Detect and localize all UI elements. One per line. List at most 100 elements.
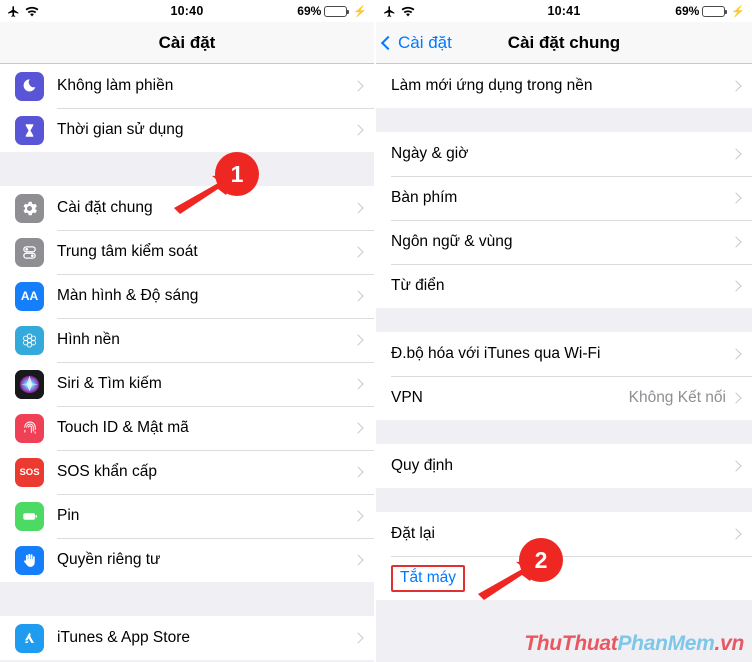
list-item-label: Từ điển [391, 277, 445, 294]
sidebar-item-screen-time[interactable]: Thời gian sử dụng [0, 108, 374, 152]
sidebar-item-label: Touch ID & Mật mã [57, 419, 189, 436]
fingerprint-icon [15, 413, 44, 443]
sidebar-item-siri-search[interactable]: Siri & Tìm kiếm [0, 362, 374, 406]
list-item-regulatory[interactable]: Quy định [376, 444, 752, 488]
sidebar-item-do-not-disturb[interactable]: Không làm phiền [0, 64, 374, 108]
siri-icon [15, 369, 44, 399]
settings-group-2: Cài đặt chung Trung tâm kiểm soát AA Màn… [0, 186, 374, 582]
list-item-label: VPN [391, 389, 423, 406]
hand-icon [15, 545, 44, 575]
list-item-label: Quy định [391, 457, 454, 474]
sidebar-item-battery[interactable]: Pin [0, 494, 374, 538]
list-item-label: Bàn phím [391, 189, 458, 206]
toggles-icon [15, 237, 44, 267]
chevron-right-icon [352, 334, 364, 346]
chevron-left-icon [380, 35, 396, 50]
list-item-label: Đặt lại [391, 525, 435, 542]
list-item-background-app-refresh[interactable]: Làm mới ứng dụng trong nền [376, 64, 752, 108]
list-item-label: Làm mới ứng dụng trong nền [391, 77, 593, 94]
list-item-label: Ngày & giờ [391, 145, 469, 162]
list-item-itunes-wifi-sync[interactable]: Đ.bộ hóa với iTunes qua Wi-Fi [376, 332, 752, 376]
list-item-language-region[interactable]: Ngôn ngữ & vùng [376, 220, 752, 264]
battery-icon [702, 5, 728, 17]
list-item-keyboard[interactable]: Bàn phím [376, 176, 752, 220]
chevron-right-icon [730, 528, 742, 540]
settings-list-left[interactable]: Không làm phiền Thời gian sử dụng Cài đặ… [0, 64, 374, 662]
list-item-label: Ngôn ngữ & vùng [391, 233, 513, 250]
sidebar-item-privacy[interactable]: Quyền riêng tư [0, 538, 374, 582]
sidebar-item-label: Màn hình & Độ sáng [57, 287, 199, 304]
page-title: Cài đặt [158, 32, 216, 52]
settings-list-right[interactable]: Làm mới ứng dụng trong nền Ngày & giờ Bà… [376, 64, 752, 662]
battery-icon [324, 5, 350, 17]
chevron-right-icon [352, 554, 364, 566]
appstore-icon [15, 623, 44, 653]
chevron-right-icon [730, 392, 742, 404]
list-item-label: Đ.bộ hóa với iTunes qua Wi-Fi [391, 345, 601, 362]
general-group-2: Ngày & giờ Bàn phím Ngôn ngữ & vùng Từ đ… [376, 132, 752, 308]
sidebar-item-display-brightness[interactable]: AA Màn hình & Độ sáng [0, 274, 374, 318]
sidebar-item-general[interactable]: Cài đặt chung [0, 186, 374, 230]
sidebar-item-touch-id-passcode[interactable]: Touch ID & Mật mã [0, 406, 374, 450]
group-separator [376, 308, 752, 332]
sidebar-item-label: SOS khẩn cấp [57, 463, 157, 480]
list-item-shut-down[interactable]: Tắt máy [376, 556, 752, 600]
hourglass-icon [15, 115, 44, 145]
chevron-right-icon [352, 290, 364, 302]
general-group-1: Làm mới ứng dụng trong nền [376, 64, 752, 108]
sidebar-item-label: Quyền riêng tư [57, 551, 161, 568]
watermark-part-3: .vn [714, 632, 745, 655]
sidebar-item-label: iTunes & App Store [57, 629, 190, 646]
chevron-right-icon [352, 124, 364, 136]
chevron-right-icon [352, 632, 364, 644]
group-separator [376, 488, 752, 512]
sidebar-item-control-center[interactable]: Trung tâm kiểm soát [0, 230, 374, 274]
shut-down-label: Tắt máy [391, 564, 465, 592]
chevron-right-icon [730, 348, 742, 360]
general-group-3: Đ.bộ hóa với iTunes qua Wi-Fi VPN Không … [376, 332, 752, 420]
settings-group-3: iTunes & App Store [0, 616, 374, 660]
sidebar-item-label: Không làm phiền [57, 77, 174, 94]
back-button-label: Cài đặt [398, 32, 452, 52]
dual-screenshot: 10:40 69% ⚡ Cài đặt Không làm phiền Thời… [0, 0, 752, 662]
sidebar-item-label: Pin [57, 507, 80, 524]
chevron-right-icon [352, 422, 364, 434]
status-time: 10:40 [170, 4, 204, 18]
chevron-right-icon [730, 192, 742, 204]
sidebar-item-itunes-app-store[interactable]: iTunes & App Store [0, 616, 374, 660]
sidebar-item-wallpaper[interactable]: Hình nền [0, 318, 374, 362]
sidebar-item-emergency-sos[interactable]: SOS SOS khẩn cấp [0, 450, 374, 494]
watermark-part-1: ThuThuat [524, 632, 618, 655]
chevron-right-icon [730, 280, 742, 292]
chevron-right-icon [730, 148, 742, 160]
group-separator [376, 420, 752, 444]
general-group-4: Quy định [376, 444, 752, 488]
text-size-icon: AA [15, 281, 44, 311]
settings-group-1: Không làm phiền Thời gian sử dụng [0, 64, 374, 152]
left-phone-screen: 10:40 69% ⚡ Cài đặt Không làm phiền Thời… [0, 0, 376, 662]
chevron-right-icon [352, 378, 364, 390]
list-item-vpn[interactable]: VPN Không Kết nối [376, 376, 752, 420]
list-item-dictionary[interactable]: Từ điển [376, 264, 752, 308]
chevron-right-icon [352, 80, 364, 92]
moon-icon [15, 71, 44, 101]
group-separator [0, 152, 374, 186]
watermark-part-2: PhanMem [617, 632, 715, 655]
right-phone-screen: 10:41 69% ⚡ Cài đặt Cài đặt chung Làm mớ… [376, 0, 752, 662]
sidebar-item-label: Cài đặt chung [57, 199, 153, 216]
status-bar-left: 10:40 69% ⚡ [0, 0, 374, 22]
chevron-right-icon [730, 80, 742, 92]
sidebar-item-label: Trung tâm kiểm soát [57, 243, 198, 260]
back-button[interactable]: Cài đặt [376, 33, 452, 53]
group-separator [376, 108, 752, 132]
status-bar-right: 10:41 69% ⚡ [376, 0, 752, 22]
site-watermark: ThuThuatPhanMem.vn [524, 632, 744, 656]
nav-bar-left: Cài đặt [0, 22, 374, 64]
chevron-right-icon [352, 466, 364, 478]
list-item-reset[interactable]: Đặt lại [376, 512, 752, 556]
group-separator [0, 582, 374, 616]
chevron-right-icon [730, 460, 742, 472]
sidebar-item-label: Siri & Tìm kiếm [57, 375, 162, 392]
chevron-right-icon [352, 202, 364, 214]
list-item-date-time[interactable]: Ngày & giờ [376, 132, 752, 176]
